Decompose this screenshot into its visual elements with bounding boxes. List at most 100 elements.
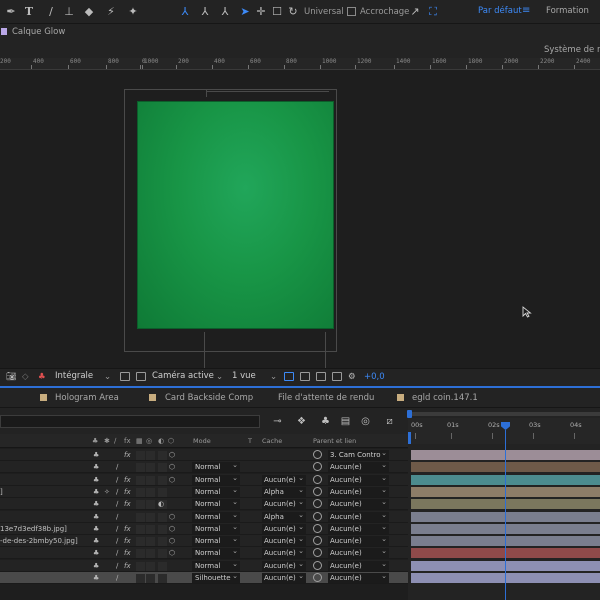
parent-pickwhip-icon[interactable] [313,512,322,521]
quality-switch-icon[interactable]: ∕ [116,461,118,473]
snapshot-camera-icon[interactable]: 📷︎ [6,372,17,383]
blend-mode-dropdown[interactable]: Normal [192,460,240,472]
comp-mini-flowchart-icon[interactable]: ⊸ [272,416,283,427]
workspace-formation[interactable]: Formation [546,6,589,16]
adjustment-layer-icon[interactable]: ◐ [158,498,164,510]
shy-switch-icon[interactable]: ♣ [93,449,99,461]
world-axis-mode-icon[interactable]: ⅄ [198,4,212,19]
green-card-layer[interactable] [137,101,334,329]
blend-mode-dropdown[interactable]: Normal [192,510,240,522]
shy-switch-icon[interactable]: ♣ [93,474,99,486]
switch-box[interactable] [146,549,155,558]
camera-dropdown[interactable]: Caméra active [152,371,222,383]
3d-layer-switch-icon[interactable]: ⬡ [169,523,175,535]
timeline-link-icon[interactable] [316,372,326,381]
track-matte-dropdown[interactable]: Aucun(e) [262,559,306,571]
switch-box[interactable] [136,463,145,472]
3d-layer-switch-icon[interactable]: ⬡ [169,474,175,486]
blend-mode-dropdown[interactable]: Normal [192,497,240,509]
fast-previews-icon[interactable] [300,372,310,381]
effects-switch-icon[interactable]: fx [124,449,131,461]
exposure-value[interactable]: +0,0 [364,372,385,382]
shy-switch-icon[interactable]: ♣ [93,547,99,559]
switch-box[interactable] [146,525,155,534]
brush-tool-icon[interactable]: ∕ [44,4,58,19]
views-dropdown[interactable]: 1 vue [232,371,272,383]
tab-render-queue[interactable]: File d'attente de rendu [278,393,374,403]
parent-pickwhip-icon[interactable] [313,573,322,582]
switch-box[interactable] [136,549,145,558]
track-matte-dropdown[interactable]: Aucun(e) [262,534,306,546]
transparency-grid-icon[interactable] [136,372,146,381]
blend-mode-dropdown[interactable]: Normal [192,546,240,558]
blend-mode-dropdown[interactable]: Normal [192,485,240,497]
snap-extents-icon[interactable]: ⛶ [426,4,440,19]
parent-dropdown[interactable]: Aucun(e) [328,548,389,558]
switch-box[interactable] [136,513,145,522]
switch-box[interactable] [136,488,145,497]
blend-mode-dropdown[interactable]: Normal [192,534,240,546]
shy-switch-icon[interactable]: ♣ [93,572,99,584]
blend-mode-dropdown[interactable]: Normal [192,522,240,534]
layer-name[interactable]: 13e7d3edf38b.jpg] [0,523,67,535]
3d-layer-switch-icon[interactable]: ⬡ [169,547,175,559]
parent-dropdown[interactable]: Aucun(e) [328,536,389,546]
shy-switch-icon[interactable]: ♣ [93,523,99,535]
switch-box[interactable] [136,525,145,534]
effects-switch-icon[interactable]: fx [124,547,131,559]
tab-egld-coin[interactable]: egld coin.147.1 [412,393,478,403]
switch-box[interactable] [146,537,155,546]
layer-search-input[interactable] [0,415,260,428]
quality-switch-icon[interactable]: ∕ [116,560,118,572]
switch-box[interactable] [136,562,145,571]
shy-switch-icon[interactable]: ♣ [93,535,99,547]
clone-stamp-tool-icon[interactable]: ⊥ [62,4,76,19]
switch-box[interactable] [146,476,155,485]
show-snapshot-icon[interactable]: ◇ [22,372,29,383]
layer-name[interactable]: ] [0,486,3,498]
track-matte-dropdown[interactable]: Aucun(e) [262,497,306,509]
shy-switch-icon[interactable]: ♣ [93,560,99,572]
quality-switch-icon[interactable]: ∕ [116,511,118,523]
switch-box[interactable] [158,562,167,571]
quality-switch-icon[interactable]: ∕ [116,572,118,584]
axis-mode-label[interactable]: Universal [304,6,344,18]
effects-switch-icon[interactable]: fx [124,560,131,572]
switch-box[interactable] [146,488,155,497]
parent-pickwhip-icon[interactable] [313,499,322,508]
parent-dropdown[interactable]: Aucun(e) [328,462,389,472]
shy-switch-icon[interactable]: ♣ [93,511,99,523]
switch-box[interactable] [158,574,167,583]
3d-layer-switch-icon[interactable]: ⬡ [169,449,175,461]
selection-tool-icon[interactable]: ➤ [238,4,252,19]
scale-tool-icon[interactable]: ☐ [270,4,284,19]
parent-pickwhip-icon[interactable] [313,561,322,570]
effects-switch-icon[interactable]: fx [124,498,131,510]
track-matte-dropdown[interactable]: Aucun(e) [262,546,306,558]
effects-switch-icon[interactable]: fx [124,535,131,547]
switch-box[interactable] [136,537,145,546]
quality-switch-icon[interactable]: ∕ [116,486,118,498]
workspace-default[interactable]: Par défaut [478,6,522,16]
puppet-pin-tool-icon[interactable]: ✦ [126,4,140,19]
move-tool-icon[interactable]: ✛ [254,4,268,19]
3d-layer-switch-icon[interactable]: ⬡ [169,535,175,547]
region-of-interest-icon[interactable] [120,372,130,381]
frame-blending-icon[interactable]: ▤ [340,416,351,427]
render-system-label[interactable]: Système de rendu [544,45,600,55]
switch-box[interactable] [146,513,155,522]
resolution-chevron-icon[interactable]: ⌄ [104,372,111,383]
shy-layers-icon[interactable]: ♣ [320,416,331,427]
track-matte-dropdown[interactable]: Alpha [262,485,306,497]
effects-switch-icon[interactable]: fx [124,474,131,486]
shy-switch-icon[interactable]: ♣ [93,486,99,498]
composition-viewer[interactable] [0,70,600,368]
work-area-start-handle[interactable] [407,410,412,418]
parent-pickwhip-icon[interactable] [313,524,322,533]
layer-name[interactable]: -de-des-2bmby50.jpg] [0,535,78,547]
track-matte-dropdown[interactable]: Aucun(e) [262,522,306,534]
shy-switch-icon[interactable]: ♣ [93,461,99,473]
switch-box[interactable] [136,500,145,509]
quality-switch-icon[interactable]: ∕ [116,523,118,535]
draft-3d-icon[interactable]: ❖ [296,416,307,427]
